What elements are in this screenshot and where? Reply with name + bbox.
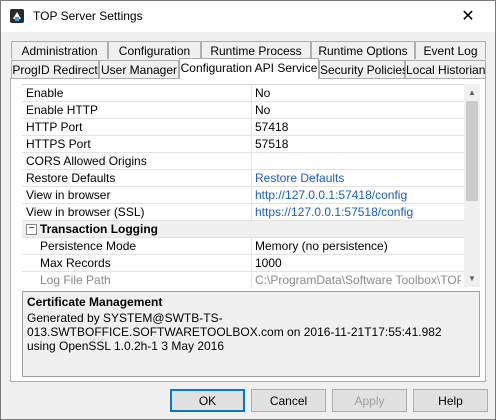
restore-defaults-link[interactable]: Restore Defaults	[255, 171, 461, 185]
property-value[interactable]: C:\ProgramData\Software Toolbox\TOP...	[255, 273, 461, 287]
property-name: CORS Allowed Origins	[26, 154, 147, 168]
tab-configuration-api-service[interactable]: Configuration API Service	[179, 58, 319, 79]
property-name: Persistence Mode	[40, 239, 137, 253]
settings-window: TOP Server Settings ✕ Administration Con…	[0, 0, 496, 420]
property-value[interactable]: 57418	[255, 120, 461, 134]
close-icon[interactable]: ✕	[457, 7, 479, 27]
tab-runtime-process[interactable]: Runtime Process	[201, 41, 311, 59]
vertical-scrollbar[interactable]: ▲ ▼	[464, 84, 480, 287]
column-divider	[251, 187, 252, 203]
property-name: HTTP Port	[26, 120, 83, 134]
tab-security-policies[interactable]: Security Policies	[319, 60, 408, 78]
window-title: TOP Server Settings	[33, 9, 143, 23]
tab-event-log[interactable]: Event Log	[415, 41, 486, 59]
property-row-enable[interactable]: Enable No	[22, 85, 464, 102]
column-divider	[251, 119, 252, 135]
column-divider	[251, 255, 252, 271]
column-divider	[251, 204, 252, 220]
property-name: Log File Path	[40, 273, 111, 287]
property-row-view-browser-ssl[interactable]: View in browser (SSL) https://127.0.0.1:…	[22, 204, 464, 221]
property-name: View in browser	[26, 188, 111, 202]
tab-user-manager[interactable]: User Manager	[99, 60, 179, 78]
apply-button[interactable]: Apply	[332, 389, 407, 412]
property-row-persistence-mode[interactable]: Persistence Mode Memory (no persistence)	[22, 238, 464, 255]
property-row-enable-http[interactable]: Enable HTTP No	[22, 102, 464, 119]
column-divider	[251, 102, 252, 118]
ok-button[interactable]: OK	[170, 389, 245, 412]
column-divider	[251, 136, 252, 152]
description-panel: Certificate Management Generated by SYST…	[22, 291, 480, 377]
property-row-view-browser[interactable]: View in browser http://127.0.0.1:57418/c…	[22, 187, 464, 204]
description-text: Generated by SYSTEM@SWTB-TS-013.SWTBOFFI…	[27, 311, 442, 353]
property-value[interactable]: 1000	[255, 256, 461, 270]
property-row-log-file-path[interactable]: Log File Path C:\ProgramData\Software To…	[22, 272, 464, 288]
scroll-down-icon[interactable]: ▼	[464, 270, 480, 287]
property-value[interactable]: 57518	[255, 137, 461, 151]
column-divider	[251, 272, 252, 288]
tab-progid-redirect[interactable]: ProgID Redirect	[11, 60, 99, 78]
property-grid: Enable No Enable HTTP No HTTP Port 57418…	[22, 84, 464, 288]
property-value[interactable]: No	[255, 86, 461, 100]
column-divider	[251, 153, 252, 169]
title-bar: TOP Server Settings ✕	[1, 1, 495, 32]
property-name: Enable	[26, 86, 64, 100]
property-row-http-port[interactable]: HTTP Port 57418	[22, 119, 464, 136]
column-divider	[251, 85, 252, 101]
property-row-restore-defaults[interactable]: Restore Defaults Restore Defaults	[22, 170, 464, 187]
property-row-max-records[interactable]: Max Records 1000	[22, 255, 464, 272]
top-server-icon	[10, 9, 24, 23]
property-value[interactable]: No	[255, 103, 461, 117]
tab-configuration[interactable]: Configuration	[108, 41, 201, 59]
scroll-thumb[interactable]	[466, 101, 478, 201]
view-browser-ssl-link[interactable]: https://127.0.0.1:57518/config	[255, 205, 461, 219]
property-name: Enable HTTP	[26, 103, 99, 117]
tab-administration[interactable]: Administration	[11, 41, 108, 59]
column-divider	[251, 170, 252, 186]
collapse-icon[interactable]: −	[26, 224, 37, 235]
scroll-up-icon[interactable]: ▲	[464, 84, 480, 101]
description-title: Certificate Management	[27, 295, 163, 309]
tab-runtime-options[interactable]: Runtime Options	[311, 41, 415, 59]
property-row-cors[interactable]: CORS Allowed Origins	[22, 153, 464, 170]
tab-local-historian[interactable]: Local Historian	[405, 60, 486, 78]
property-name: HTTPS Port	[26, 137, 91, 151]
property-value[interactable]: Memory (no persistence)	[255, 239, 461, 253]
property-row-https-port[interactable]: HTTPS Port 57518	[22, 136, 464, 153]
property-name: Restore Defaults	[26, 171, 116, 185]
property-name: Max Records	[40, 256, 111, 270]
view-browser-link[interactable]: http://127.0.0.1:57418/config	[255, 188, 461, 202]
cancel-button[interactable]: Cancel	[251, 389, 326, 412]
group-transaction-logging[interactable]: − Transaction Logging	[22, 221, 464, 238]
group-label: Transaction Logging	[40, 222, 159, 236]
property-name: View in browser (SSL)	[26, 205, 145, 219]
column-divider	[251, 238, 252, 254]
help-button[interactable]: Help	[413, 389, 488, 412]
